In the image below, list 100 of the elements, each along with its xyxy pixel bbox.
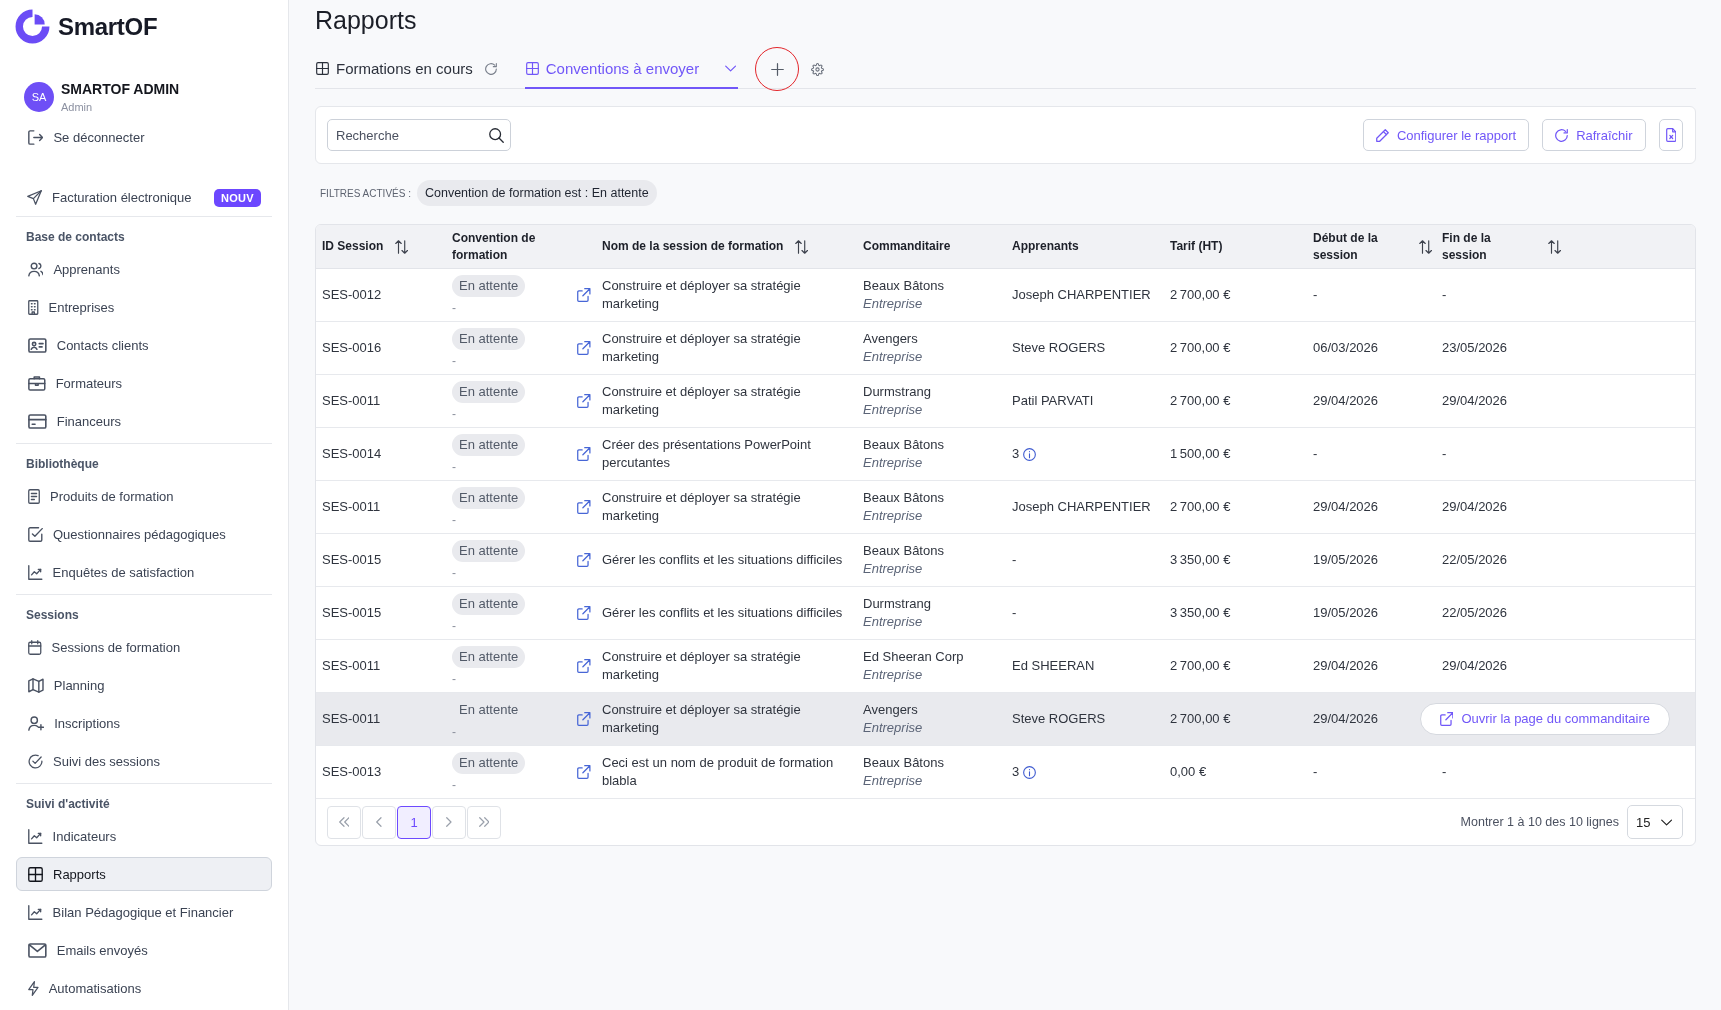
price: 2 700,00 €: [1170, 339, 1231, 357]
open-sponsor-button[interactable]: Ouvrir la page du commanditaire: [1419, 703, 1670, 735]
sidebar-item[interactable]: Entreprises: [16, 290, 272, 324]
id-card-icon: [28, 337, 47, 353]
sidebar-item[interactable]: Enquêtes de satisfaction: [16, 555, 272, 589]
end-date: 29/04/2026: [1442, 498, 1508, 516]
chevron-left-icon: [376, 817, 382, 827]
sponsor-name: Avengers: [863, 701, 918, 719]
envelope-icon: [28, 942, 47, 958]
start-date: -: [1313, 763, 1318, 781]
logout-icon: [28, 129, 44, 145]
sidebar-item[interactable]: Produits de formation: [16, 479, 272, 513]
sidebar-item[interactable]: Formateurs: [16, 366, 272, 400]
external-link-icon[interactable]: [577, 712, 591, 726]
sponsor-type: Entreprise: [863, 348, 923, 366]
configure-button[interactable]: Configurer le rapport: [1362, 119, 1530, 151]
sort-icon[interactable]: [1548, 239, 1562, 254]
sort-icon[interactable]: [795, 239, 809, 254]
end-date: 22/05/2026: [1442, 551, 1508, 569]
people-icon: [28, 261, 44, 277]
status-note: -: [452, 725, 456, 739]
info-icon[interactable]: [1023, 447, 1037, 461]
end-date: 29/04/2026: [1442, 392, 1508, 410]
sponsor-name: Beaux Bâtons: [863, 754, 944, 772]
external-link-icon[interactable]: [577, 288, 591, 302]
session-name: Créer des présentations PowerPoint percutantes: [602, 436, 812, 472]
status-chip: En attente: [452, 593, 526, 615]
session-id: SES-0016: [322, 339, 382, 357]
external-link-icon[interactable]: [577, 447, 591, 461]
document-icon: [28, 488, 40, 504]
price: 2 700,00 €: [1170, 286, 1231, 304]
info-icon[interactable]: [1023, 765, 1037, 779]
external-link-icon[interactable]: [577, 659, 591, 673]
external-link-icon: [1439, 712, 1454, 726]
export-button[interactable]: [1658, 119, 1683, 151]
sidebar-item[interactable]: Financeurs: [16, 404, 272, 438]
report-tab[interactable]: Conventions à envoyer: [524, 50, 739, 89]
sidebar-item[interactable]: Bilan Pédagogique et Financier: [16, 895, 272, 929]
status-chip: En attente: [452, 381, 526, 403]
price: 3 350,00 €: [1170, 604, 1231, 622]
table-icon: [316, 62, 329, 75]
status-chip: En attente: [452, 540, 526, 562]
search-field[interactable]: Recherche: [327, 119, 511, 151]
refresh-button[interactable]: Rafraîchir: [1542, 119, 1646, 151]
learners-value: 3: [1012, 763, 1020, 781]
external-link-icon[interactable]: [577, 606, 591, 620]
brand-name: SmartOF: [58, 12, 158, 41]
external-link-icon[interactable]: [577, 553, 591, 567]
sidebar-item[interactable]: Contacts clients: [16, 328, 272, 362]
status-note: -: [452, 672, 456, 686]
user-plus-icon: [28, 715, 45, 731]
sidebar-item[interactable]: Sessions de formation: [16, 630, 272, 664]
sort-icon[interactable]: [395, 239, 409, 254]
sponsor-name: Ed Sheeran Corp: [863, 648, 964, 666]
sidebar-item[interactable]: Facturation électronique: [16, 190, 192, 206]
session-id: SES-0011: [322, 392, 381, 410]
paper-plane-icon: [27, 190, 42, 206]
learners-value: -: [1012, 604, 1017, 622]
learners-value: Steve ROGERS: [1012, 339, 1106, 357]
sidebar-item[interactable]: Inscriptions: [16, 706, 272, 740]
page-button[interactable]: 1: [397, 805, 431, 839]
learners-value: Patil PARVATI: [1012, 392, 1094, 410]
price: 2 700,00 €: [1170, 498, 1231, 516]
sidebar-item[interactable]: Automatisations: [16, 971, 272, 1005]
double-chevron-right-icon: [478, 817, 490, 827]
external-link-icon[interactable]: [577, 765, 591, 779]
sidebar-item[interactable]: Emails envoyés: [16, 933, 272, 967]
external-link-icon[interactable]: [577, 500, 591, 514]
status-label: En attente: [458, 701, 520, 719]
sponsor-name: Beaux Bâtons: [863, 277, 944, 295]
chevron-down-icon[interactable]: [725, 65, 737, 72]
sidebar-item[interactable]: Questionnaires pédagogiques: [16, 517, 272, 551]
external-link-icon[interactable]: [577, 394, 591, 408]
map-icon: [28, 677, 44, 693]
pagination-summary: Montrer 1 à 10 des 10 lignes: [1460, 815, 1619, 829]
price: 2 700,00 €: [1170, 657, 1231, 675]
sponsor-type: Entreprise: [863, 401, 923, 419]
sidebar-item[interactable]: Apprenants: [16, 252, 272, 286]
learners-value: Joseph CHARPENTIER: [1012, 286, 1151, 304]
start-date: 29/04/2026: [1313, 392, 1379, 410]
sort-icon[interactable]: [1419, 239, 1433, 254]
status-chip: En attente: [452, 646, 526, 668]
sponsor-type: Entreprise: [863, 507, 923, 525]
sponsor-name: Beaux Bâtons: [863, 436, 944, 454]
refresh-icon[interactable]: [484, 63, 497, 75]
report-tab[interactable]: Formations en cours: [315, 50, 475, 89]
credit-card-icon: [28, 413, 47, 429]
column-header: Apprenants: [1012, 238, 1079, 255]
status-chip: En attente: [452, 434, 526, 456]
sidebar-item[interactable]: Planning: [16, 668, 272, 702]
settings-icon[interactable]: [811, 62, 825, 76]
external-link-icon[interactable]: [577, 341, 591, 355]
double-chevron-left-icon: [338, 817, 350, 827]
start-date: 29/04/2026: [1313, 710, 1379, 728]
sidebar-item[interactable]: Suivi des sessions: [16, 744, 272, 778]
page-size-select[interactable]: 15: [1627, 805, 1683, 839]
sidebar-item[interactable]: Indicateurs: [16, 819, 272, 853]
sponsor-type: Entreprise: [863, 295, 923, 313]
logout-link[interactable]: Se déconnecter: [16, 123, 145, 152]
sidebar-item[interactable]: Rapports: [16, 857, 272, 891]
